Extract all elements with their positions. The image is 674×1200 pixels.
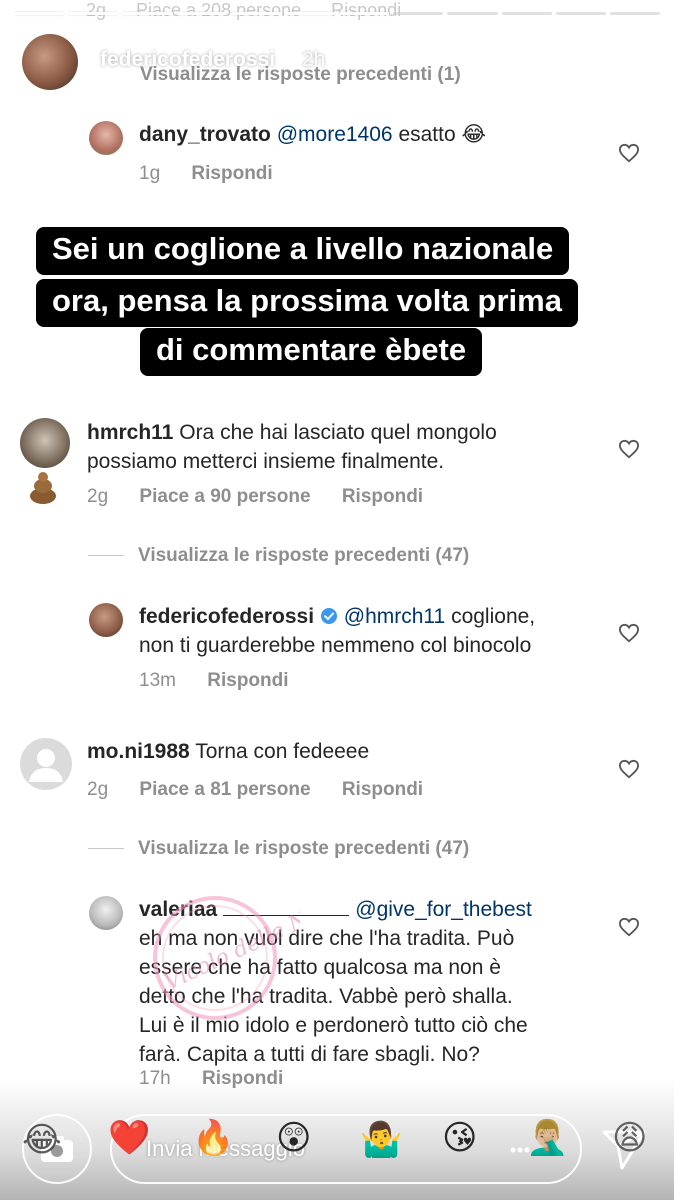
avatar[interactable] — [89, 603, 123, 637]
progress-segment — [339, 12, 390, 15]
divider — [88, 848, 124, 850]
verified-badge-icon — [320, 608, 337, 624]
progress-segment — [393, 12, 444, 15]
progress-segment — [284, 12, 336, 15]
progress-segment — [501, 12, 552, 15]
progress-segment — [14, 12, 65, 15]
reaction-laugh-icon[interactable]: 😂 — [22, 1120, 62, 1160]
comment-body-line: farà. Capita a tutti di fare sbagli. No? — [139, 1043, 480, 1066]
view-previous-replies[interactable]: Visualizza le risposte precedenti (47) — [88, 838, 469, 860]
faded-likes: Piace a 208 persone — [136, 0, 302, 20]
caption-line-1: Sei un coglione a livello nazionale — [36, 227, 570, 275]
story-progress — [14, 12, 661, 15]
avatar[interactable] — [20, 738, 72, 790]
heart-icon[interactable] — [618, 623, 640, 643]
comment-meta: 1g Rispondi — [139, 163, 299, 185]
comment-text: federicofederossi @hmrch11 coglione, non… — [139, 602, 535, 660]
reaction-astonished-icon[interactable]: 😲 — [276, 1118, 311, 1158]
caption-line-3: di commentare èbete — [140, 328, 483, 376]
comment-meta: 2g Piace a 81 persone Rispondi — [87, 779, 449, 801]
progress-segment — [68, 12, 119, 15]
likes-count[interactable]: Piace a 81 persone — [139, 779, 310, 800]
comment-time: 2g — [87, 779, 109, 800]
comment-body: non ti guarderebbe nemmeno col binocolo — [139, 634, 532, 657]
close-icon[interactable] — [616, 40, 658, 82]
mention-link[interactable]: @more1406 — [277, 123, 393, 146]
faded-previous-meta: 2g Piace a 208 persone Rispondi — [0, 0, 674, 30]
reaction-heart-icon[interactable]: ❤️ — [108, 1118, 150, 1158]
comment-body: coglione, — [451, 605, 536, 628]
progress-segment — [555, 12, 606, 15]
comment-text: hmrch11 Ora che hai lasciato quel mongol… — [87, 418, 497, 476]
reaction-fire-icon[interactable]: 🔥 — [192, 1118, 234, 1158]
view-previous-replies[interactable]: Visualizza le risposte precedenti (47) — [88, 545, 469, 567]
comment-text: dany_trovato @more1406 esatto 😂 — [139, 120, 486, 149]
reaction-weary-icon[interactable]: 😩 — [612, 1118, 647, 1158]
comment-text: mo.ni1988 Torna con fedeeee — [87, 737, 369, 766]
faded-time: 2g — [86, 0, 107, 20]
progress-segment — [122, 12, 173, 15]
comment-body: esatto 😂 — [398, 123, 487, 146]
comment-meta: 13m Rispondi — [139, 670, 315, 692]
story-author-avatar[interactable] — [22, 34, 78, 90]
progress-segment — [230, 12, 281, 15]
avatar[interactable] — [89, 896, 123, 930]
comment-time: 1g — [139, 163, 161, 184]
comment-body: Torna con fedeeee — [195, 740, 370, 763]
likes-count[interactable]: Piace a 90 persone — [139, 486, 310, 507]
reply-button[interactable]: Rispondi — [342, 486, 423, 507]
faded-reply: Rispondi — [331, 0, 402, 20]
avatar[interactable] — [20, 418, 70, 468]
reply-button[interactable]: Rispondi — [342, 779, 423, 800]
comment-username[interactable]: dany_trovato — [139, 123, 271, 146]
progress-segment — [176, 12, 227, 15]
progress-segment — [609, 12, 661, 15]
comment-meta: 2g Piace a 90 persone Rispondi — [87, 486, 449, 508]
caption-line-2: ora, pensa la prossima volta prima — [36, 279, 578, 327]
mention-link[interactable]: @give_for_thebest — [355, 898, 532, 921]
heart-icon[interactable] — [618, 439, 640, 459]
heart-icon[interactable] — [618, 759, 640, 779]
progress-segment — [447, 12, 498, 15]
comment-username[interactable]: mo.ni1988 — [87, 740, 190, 763]
mention-link[interactable]: @hmrch11 — [344, 605, 445, 628]
avatar[interactable] — [89, 121, 123, 155]
heart-icon[interactable] — [618, 917, 640, 937]
poop-sticker-icon — [30, 472, 56, 504]
reaction-kiss-icon[interactable]: 😘 — [442, 1118, 477, 1158]
default-avatar-icon — [29, 749, 63, 782]
view-previous-replies[interactable]: Visualizza le risposte precedenti (1) — [140, 64, 461, 86]
comment-username[interactable]: federicofederossi — [139, 605, 314, 628]
comment-time: 2g — [87, 486, 109, 507]
comment-body: Ora che hai lasciato quel mongolo — [179, 421, 497, 444]
heart-icon[interactable] — [618, 143, 640, 163]
view-previous-label[interactable]: Visualizza le risposte precedenti (47) — [138, 838, 469, 859]
divider — [88, 555, 124, 557]
view-previous-label[interactable]: Visualizza le risposte precedenti (47) — [138, 545, 469, 566]
comment-time: 13m — [139, 670, 176, 691]
reply-button[interactable]: Rispondi — [191, 163, 272, 184]
comment-body: possiamo metterci insieme finalmente. — [87, 450, 445, 473]
watermark-logo: Vicolo delle News — [153, 890, 300, 1020]
reaction-facepalm-icon[interactable]: 🤦🏼‍♂️ — [526, 1118, 568, 1158]
comment-username[interactable]: hmrch11 — [87, 421, 173, 444]
reaction-shrug-icon[interactable]: 🤷‍♂️ — [360, 1120, 402, 1160]
reply-button[interactable]: Rispondi — [207, 670, 288, 691]
